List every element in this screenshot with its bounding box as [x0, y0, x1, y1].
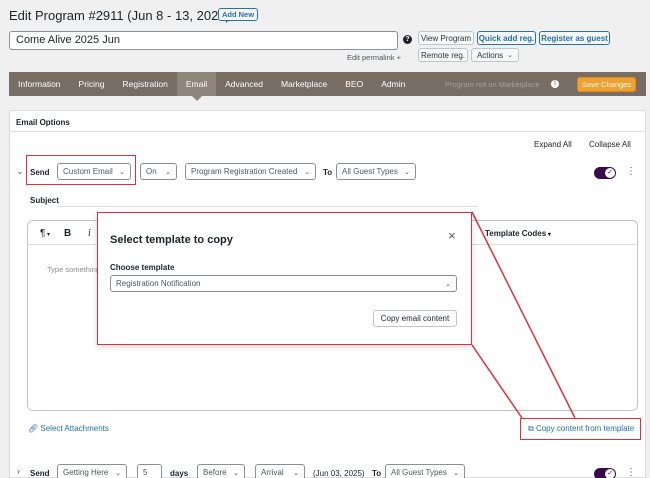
choose-template-label: Choose template	[110, 263, 175, 272]
callout-line-bottom	[471, 344, 523, 419]
chevron-down-icon: ⌄	[445, 280, 451, 288]
template-select[interactable]: Registration Notification ⌄	[110, 275, 457, 292]
template-select-value: Registration Notification	[116, 279, 201, 288]
close-icon[interactable]: ×	[448, 228, 456, 243]
modal-title: Select template to copy	[110, 234, 233, 246]
callout-line-top	[471, 211, 576, 419]
copy-email-content-button[interactable]: Copy email content	[373, 310, 457, 327]
